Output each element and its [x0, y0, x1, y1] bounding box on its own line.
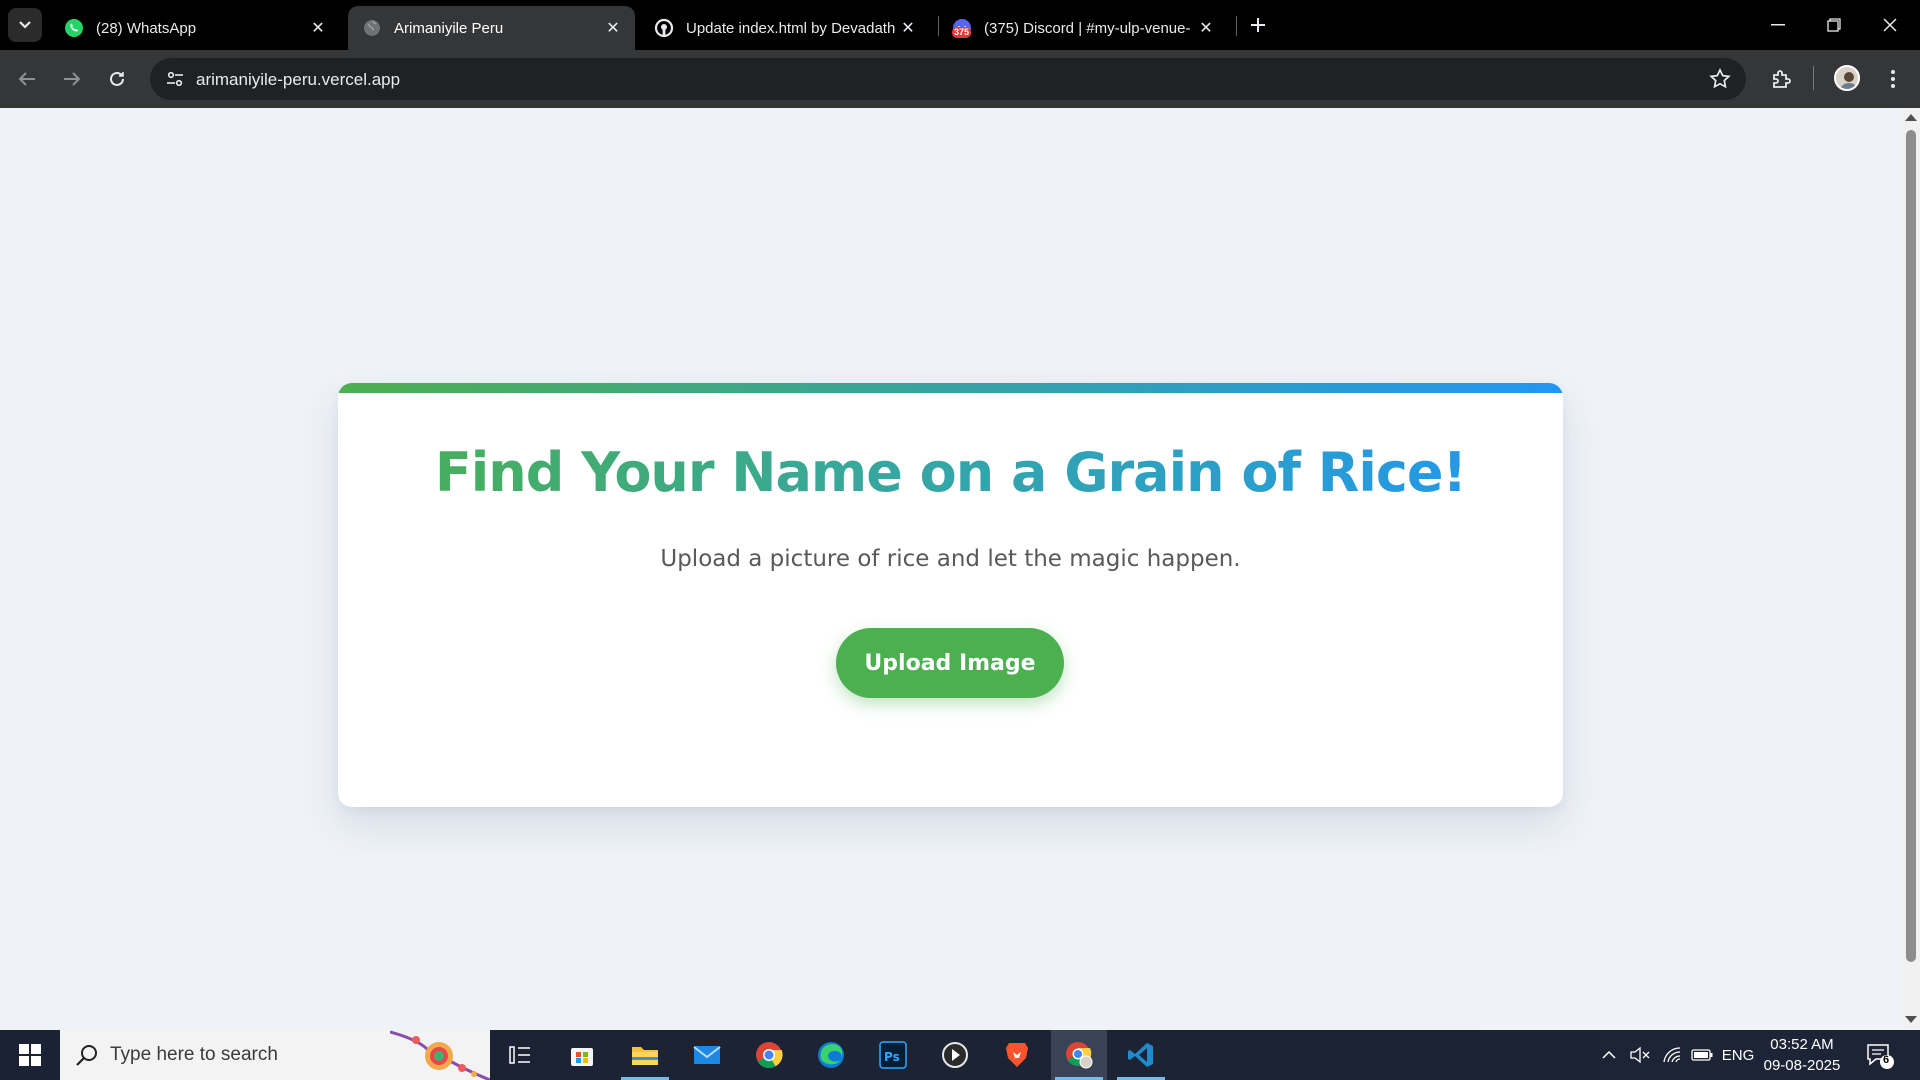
- volume-button[interactable]: [1627, 1030, 1653, 1080]
- bookmark-star-icon[interactable]: [1708, 67, 1732, 91]
- new-tab-button[interactable]: [1245, 12, 1271, 38]
- windows-logo-icon: [19, 1044, 41, 1066]
- tab-title: Arimaniyile Peru: [394, 19, 504, 37]
- mail-icon: [693, 1046, 721, 1064]
- mail-app[interactable]: [679, 1030, 735, 1080]
- upload-image-button[interactable]: Upload Image: [836, 628, 1064, 698]
- taskbar-search[interactable]: Type here to search: [60, 1030, 490, 1080]
- language-indicator[interactable]: ENG: [1720, 1030, 1756, 1080]
- close-window-button[interactable]: [1862, 0, 1918, 50]
- tab-title: (375) Discord | #my-ulp-venue-: [984, 19, 1191, 37]
- url-text[interactable]: arimaniyile-peru.vercel.app: [196, 70, 400, 90]
- globe-icon: [362, 18, 382, 38]
- volume-muted-icon: [1630, 1047, 1650, 1063]
- page-title: Find Your Name on a Grain of Rice!: [338, 441, 1563, 504]
- battery-icon: [1691, 1049, 1713, 1061]
- restore-button[interactable]: [1806, 0, 1862, 50]
- address-bar[interactable]: arimaniyile-peru.vercel.app: [150, 58, 1746, 100]
- media-player-icon: [942, 1042, 968, 1068]
- task-view-button[interactable]: [492, 1030, 548, 1080]
- network-button[interactable]: [1659, 1030, 1685, 1080]
- notification-badge: 375: [952, 27, 972, 38]
- file-explorer-app[interactable]: [617, 1030, 673, 1080]
- edge-icon: [818, 1042, 844, 1068]
- puzzle-icon: [1773, 70, 1791, 88]
- edge-app[interactable]: [803, 1030, 859, 1080]
- discord-icon: 375: [952, 18, 972, 38]
- close-icon: [1883, 18, 1897, 32]
- kebab-menu-icon: [1891, 70, 1895, 88]
- restore-icon: [1827, 18, 1841, 32]
- close-icon[interactable]: ✕: [898, 18, 918, 38]
- tab-separator: [1236, 16, 1237, 36]
- battery-button[interactable]: [1689, 1030, 1715, 1080]
- close-icon[interactable]: ✕: [603, 18, 623, 38]
- close-icon[interactable]: ✕: [1196, 18, 1216, 38]
- profile-avatar[interactable]: [1834, 65, 1860, 91]
- browser-menu-button[interactable]: [1876, 62, 1910, 96]
- photoshop-app[interactable]: Ps: [865, 1030, 921, 1080]
- chevron-up-icon: [1602, 1051, 1616, 1059]
- start-button[interactable]: [0, 1030, 60, 1080]
- forward-button[interactable]: [55, 62, 89, 96]
- reload-icon: [110, 71, 124, 86]
- tab-github[interactable]: Update index.html by Devadath ✕: [640, 6, 930, 50]
- microsoft-store-icon: [571, 1048, 593, 1066]
- extensions-button[interactable]: [1765, 62, 1799, 96]
- tab-discord[interactable]: 375 (375) Discord | #my-ulp-venue- ✕: [938, 6, 1228, 50]
- minimize-button[interactable]: [1750, 0, 1806, 50]
- clock-date: 09-08-2025: [1763, 1057, 1841, 1074]
- vscode-icon: [1128, 1043, 1153, 1067]
- github-icon: [654, 18, 674, 38]
- scroll-down-arrow-icon[interactable]: [1905, 1016, 1917, 1023]
- search-placeholder: Type here to search: [110, 1044, 278, 1065]
- microsoft-store-app[interactable]: [554, 1030, 610, 1080]
- media-player-app[interactable]: [927, 1030, 983, 1080]
- arrow-right-icon: [64, 72, 81, 86]
- minimize-icon: [1771, 24, 1785, 26]
- vscode-app[interactable]: [1113, 1030, 1169, 1080]
- browser-toolbar: arimaniyile-peru.vercel.app: [0, 50, 1920, 108]
- chrome-icon: [1066, 1042, 1093, 1069]
- back-button[interactable]: [10, 62, 44, 96]
- show-hidden-icons-button[interactable]: [1597, 1030, 1621, 1080]
- tab-search-button[interactable]: [8, 8, 42, 42]
- arrow-left-icon: [18, 72, 35, 86]
- rakhi-decoration-icon: [390, 1030, 490, 1080]
- scroll-up-arrow-icon[interactable]: [1905, 114, 1917, 121]
- search-icon: [76, 1045, 97, 1066]
- upload-card: Find Your Name on a Grain of Rice! Uploa…: [338, 383, 1563, 807]
- tab-whatsapp[interactable]: (28) WhatsApp ✕: [50, 6, 340, 50]
- tab-strip: (28) WhatsApp ✕ Arimaniyile Peru ✕ Updat…: [0, 0, 1920, 50]
- reload-button[interactable]: [100, 62, 134, 96]
- tab-title: Update index.html by Devadath: [686, 19, 896, 37]
- chrome-icon: [756, 1042, 783, 1069]
- chrome-app[interactable]: [741, 1030, 797, 1080]
- chrome-profile-app[interactable]: [1051, 1030, 1107, 1080]
- site-settings-icon[interactable]: [160, 64, 190, 94]
- svg-text:Ps: Ps: [884, 1050, 900, 1064]
- brave-icon: [1006, 1043, 1028, 1067]
- windows-taskbar: Type here to search Ps ENG 03:52 AM 09-0…: [0, 1030, 1920, 1080]
- notification-center-button[interactable]: 6: [1864, 1040, 1894, 1070]
- gradient-accent-bar: [338, 383, 1563, 393]
- plus-icon: [1251, 18, 1265, 32]
- wifi-icon: [1663, 1047, 1681, 1063]
- tab-arimaniyile-peru[interactable]: Arimaniyile Peru ✕: [348, 6, 635, 50]
- folder-icon: [632, 1047, 658, 1065]
- toolbar-divider: [1813, 66, 1814, 90]
- chevron-down-icon: [19, 21, 31, 29]
- scrollbar-thumb[interactable]: [1906, 130, 1916, 962]
- notification-count: 6: [1883, 1054, 1890, 1066]
- close-icon[interactable]: ✕: [308, 18, 328, 38]
- page-subtitle: Upload a picture of rice and let the mag…: [660, 546, 1241, 572]
- whatsapp-icon: [64, 18, 84, 38]
- taskbar-clock[interactable]: 03:52 AM 09-08-2025: [1752, 1034, 1852, 1076]
- brave-app[interactable]: [989, 1030, 1045, 1080]
- photoshop-icon: Ps: [879, 1041, 907, 1069]
- tab-title: (28) WhatsApp: [96, 19, 197, 37]
- clock-time: 03:52 AM: [1770, 1036, 1834, 1053]
- task-view-icon: [509, 1046, 530, 1064]
